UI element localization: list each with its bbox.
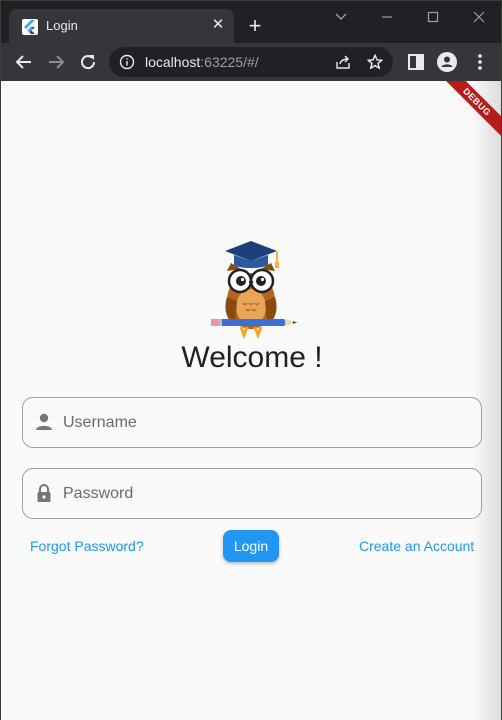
password-input[interactable] <box>63 469 473 518</box>
url-text: localhost:63225/#/ <box>145 54 259 70</box>
flutter-favicon-icon <box>22 19 38 35</box>
star-icon[interactable] <box>366 53 384 76</box>
back-arrow-icon[interactable] <box>13 51 35 73</box>
tab-search-chevron-icon[interactable] <box>327 7 355 27</box>
tab-title: Login <box>46 18 78 33</box>
share-icon[interactable] <box>335 54 351 75</box>
info-icon[interactable] <box>119 54 135 75</box>
side-panel-icon[interactable] <box>405 51 427 73</box>
username-input[interactable] <box>63 398 473 447</box>
browser-tab[interactable]: Login ✕ <box>9 9 234 43</box>
forgot-password-link[interactable]: Forgot Password? <box>30 538 144 554</box>
login-button[interactable]: Login <box>223 530 279 562</box>
lock-icon <box>34 483 54 503</box>
username-field[interactable] <box>22 397 482 448</box>
plus-icon[interactable]: + <box>245 15 265 37</box>
forward-arrow-icon[interactable] <box>45 51 67 73</box>
password-field[interactable] <box>22 468 482 519</box>
reload-icon[interactable] <box>77 51 99 73</box>
welcome-heading: Welcome ! <box>181 341 323 374</box>
url-host: localhost <box>145 54 201 70</box>
tab-strip: Login ✕ + <box>1 1 501 43</box>
owl-logo <box>201 239 301 340</box>
person-icon <box>34 412 54 432</box>
maximize-icon[interactable] <box>419 7 447 27</box>
browser-toolbar: localhost:63225/#/ <box>1 43 501 81</box>
browser-window: Login ✕ + localhost:63225/#/ DEBUG Welco… <box>0 0 502 720</box>
create-account-link[interactable]: Create an Account <box>359 538 474 554</box>
minimize-icon[interactable] <box>373 7 401 27</box>
address-bar[interactable]: localhost:63225/#/ <box>109 47 393 77</box>
close-icon[interactable]: ✕ <box>209 16 227 34</box>
login-page: DEBUG Welcome ! Username Forgot Password… <box>1 81 501 720</box>
more-menu-icon[interactable] <box>469 51 491 73</box>
url-path: :63225/#/ <box>200 54 259 70</box>
window-close-icon[interactable] <box>465 7 493 27</box>
profile-avatar-icon[interactable] <box>436 51 458 73</box>
